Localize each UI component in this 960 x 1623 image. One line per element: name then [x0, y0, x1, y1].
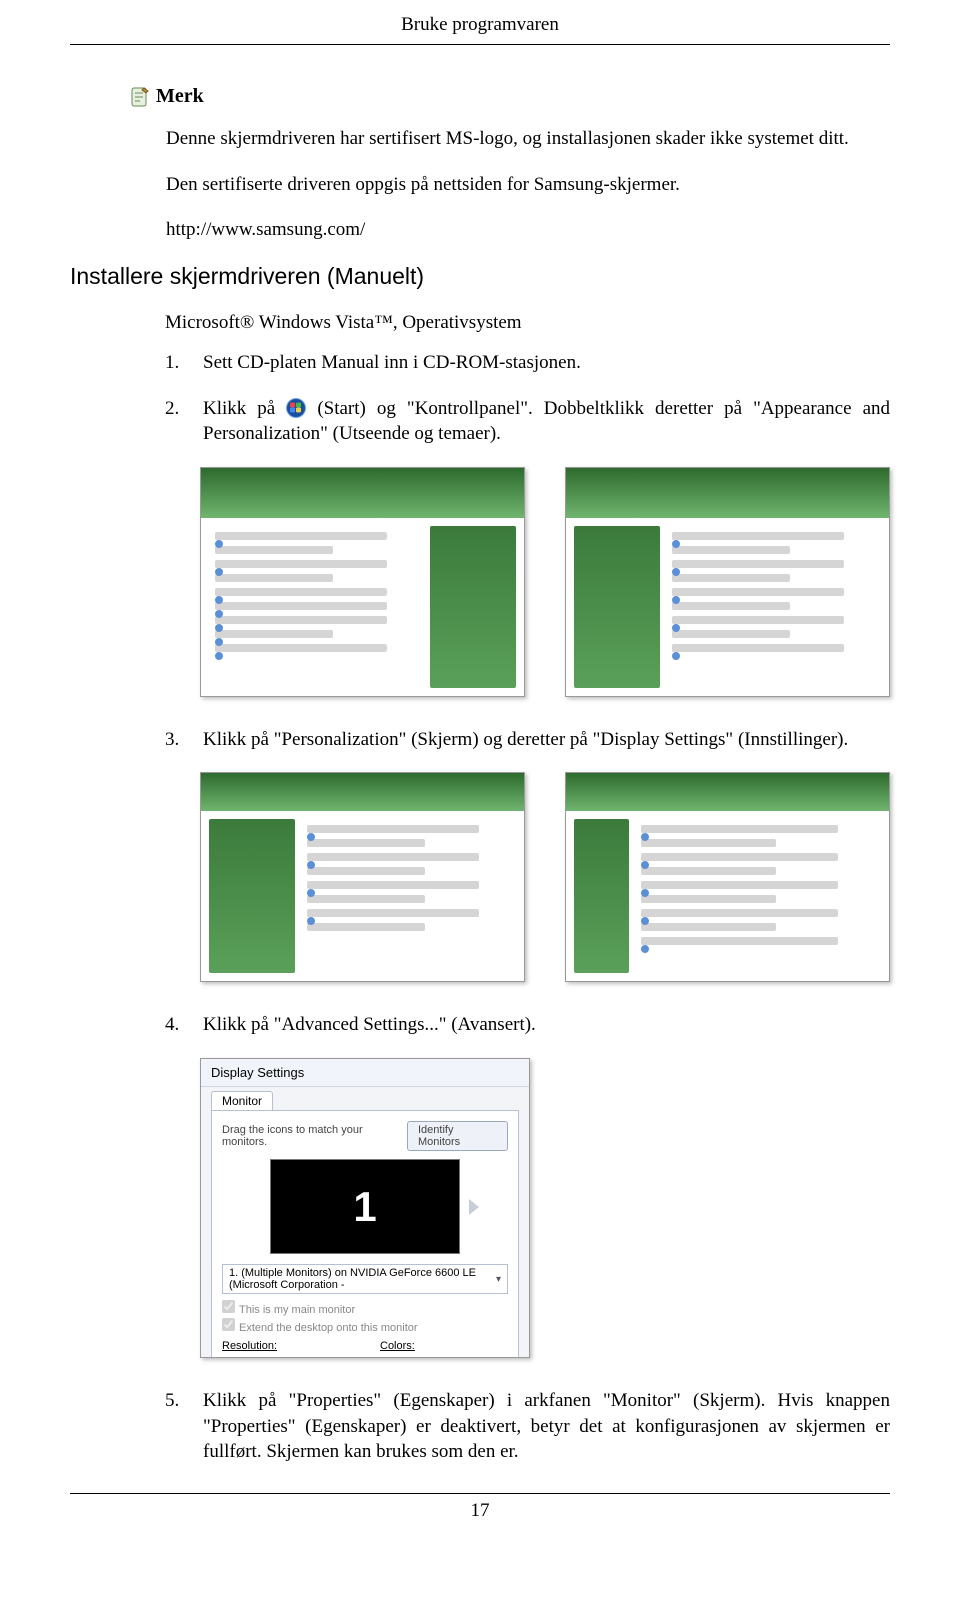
screenshot-row-3: Display Settings Monitor Drag the icons …	[200, 1058, 890, 1358]
screenshot-start-menu	[200, 467, 525, 697]
step-1-text: Sett CD-platen Manual inn i CD-ROM-stasj…	[203, 350, 890, 376]
identify-monitors-button[interactable]: Identify Monitors	[407, 1121, 508, 1151]
screenshot-row-2	[200, 772, 890, 982]
step-4-num: 4.	[165, 1012, 185, 1038]
page-header: Bruke programvaren	[70, 0, 890, 44]
step-5-text: Klikk på "Properties" (Egenskaper) i ark…	[203, 1388, 890, 1465]
step-2-num: 2.	[165, 396, 185, 447]
note-title: Merk	[156, 85, 204, 108]
footer-rule	[70, 1493, 890, 1494]
chevron-down-icon: ▾	[496, 1274, 501, 1285]
screenshot-display-settings-dialog: Display Settings Monitor Drag the icons …	[200, 1058, 530, 1358]
screenshot-row-1	[200, 467, 890, 697]
resolution-label: Resolution:	[222, 1340, 277, 1352]
screenshot-control-panel	[565, 467, 890, 697]
step-1-num: 1.	[165, 350, 185, 376]
screenshot-personalization	[565, 772, 890, 982]
os-subhead: Microsoft® Windows Vista™, Operativsyste…	[165, 312, 890, 334]
tab-monitor[interactable]: Monitor	[211, 1091, 273, 1110]
header-rule	[70, 44, 890, 45]
monitor-device-text: 1. (Multiple Monitors) on NVIDIA GeForce…	[229, 1267, 496, 1291]
monitor-preview[interactable]: 1	[270, 1159, 460, 1254]
step-3-num: 3.	[165, 727, 185, 753]
note-p1: Denne skjermdriveren har sertifisert MS-…	[166, 126, 890, 152]
step-2: 2. Klikk på (Start) og "Kontrollpanel". …	[165, 396, 890, 447]
note-block: Merk Denne skjermdriveren har sertifiser…	[130, 85, 890, 243]
windows-start-icon	[286, 398, 306, 418]
page-number: 17	[70, 1500, 890, 1542]
dialog-title: Display Settings	[201, 1059, 529, 1087]
step-1: 1. Sett CD-platen Manual inn i CD-ROM-st…	[165, 350, 890, 376]
step-2-text: Klikk på (Start) og "Kontrollpanel". Dob…	[203, 396, 890, 447]
section-title: Installere skjermdriveren (Manuelt)	[70, 263, 890, 290]
step-4-text: Klikk på "Advanced Settings..." (Avanser…	[203, 1012, 890, 1038]
monitor-device-combo[interactable]: 1. (Multiple Monitors) on NVIDIA GeForce…	[222, 1264, 508, 1294]
colors-label: Colors:	[380, 1340, 415, 1352]
dialog-hint: Drag the icons to match your monitors.	[222, 1124, 407, 1148]
step-5-num: 5.	[165, 1388, 185, 1465]
step-5: 5. Klikk på "Properties" (Egenskaper) i …	[165, 1388, 890, 1465]
step-3-text: Klikk på "Personalization" (Skjerm) og d…	[203, 727, 890, 753]
note-icon	[130, 86, 150, 108]
screenshot-appearance-personalization	[200, 772, 525, 982]
checkbox-extend-desktop[interactable]: Extend the desktop onto this monitor	[222, 1318, 508, 1334]
note-url: http://www.samsung.com/	[166, 217, 890, 243]
note-p2: Den sertifiserte driveren oppgis på nett…	[166, 172, 890, 198]
step-3: 3. Klikk på "Personalization" (Skjerm) o…	[165, 727, 890, 753]
checkbox-main-monitor[interactable]: This is my main monitor	[222, 1300, 508, 1316]
step-4: 4. Klikk på "Advanced Settings..." (Avan…	[165, 1012, 890, 1038]
